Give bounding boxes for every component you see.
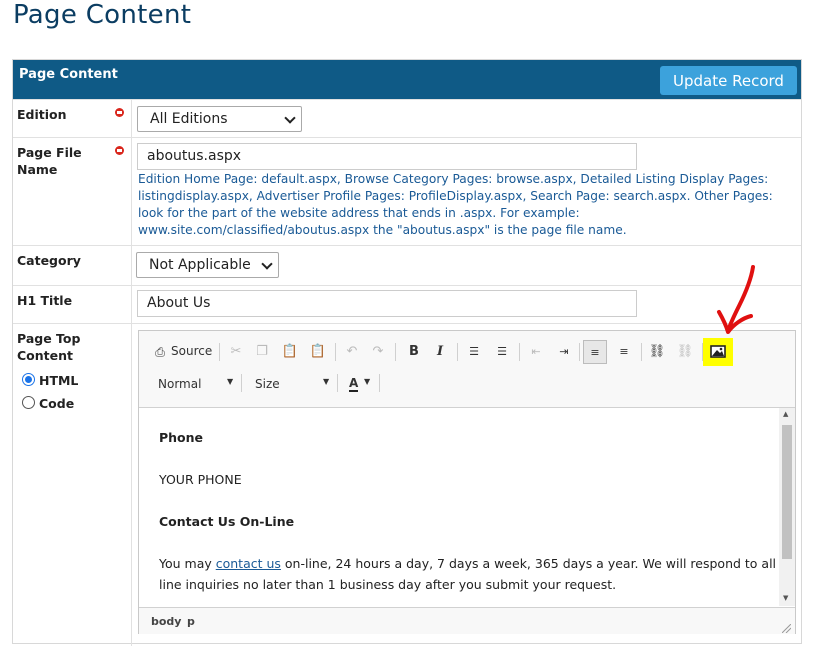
radio-html[interactable]: HTML — [22, 373, 78, 388]
update-record-button[interactable]: Update Record — [660, 66, 797, 95]
toolbar-separator — [457, 343, 458, 361]
page-top-content-row: Page Top Content HTML Code ⎙ Source ✂ ❐ … — [13, 323, 801, 646]
toolbar-separator — [337, 374, 338, 392]
content-paragraph: You may contact us on-line, 24 hours a d… — [159, 556, 779, 571]
category-selected-value: Not Applicable — [149, 257, 251, 273]
cut-icon[interactable]: ✂ — [227, 343, 245, 361]
paste-icon[interactable]: 📋 — [281, 343, 299, 361]
chevron-down-icon — [284, 112, 296, 124]
undo-icon[interactable]: ↶ — [343, 343, 361, 361]
toolbar-separator — [241, 374, 242, 392]
redo-icon[interactable]: ↷ — [369, 343, 387, 361]
unlink-icon[interactable]: ⛓ — [676, 343, 694, 361]
page-file-row: Page File Name aboutus.aspx Edition Home… — [13, 137, 801, 246]
category-label: Category — [17, 253, 81, 268]
editor-content[interactable]: Phone YOUR PHONE Contact Us On-Line You … — [139, 408, 779, 606]
bulleted-list-icon[interactable]: ☰ — [493, 343, 511, 361]
scroll-down-icon[interactable]: ▼ — [783, 594, 788, 602]
chevron-down-icon — [261, 258, 273, 270]
align-center-icon[interactable]: ≡ — [615, 343, 633, 361]
content-phone: YOUR PHONE — [159, 472, 242, 487]
toolbar-separator — [641, 343, 642, 361]
page-title: Page Content — [13, 0, 192, 30]
align-left-icon[interactable]: ≡ — [583, 340, 607, 364]
paste-text-icon[interactable]: 📋 — [309, 343, 327, 361]
h1-title-input[interactable]: About Us — [137, 290, 637, 317]
toolbar-separator — [519, 343, 520, 361]
category-select[interactable]: Not Applicable — [136, 252, 279, 278]
annotation-arrow-icon — [717, 265, 755, 334]
scroll-up-icon[interactable]: ▲ — [783, 410, 788, 418]
edition-row: Edition All Editions — [13, 99, 801, 138]
toolbar-separator — [335, 343, 336, 361]
edition-label: Edition — [17, 107, 67, 122]
image-icon[interactable] — [703, 338, 733, 366]
content-heading-contact: Contact Us On-Line — [159, 514, 295, 529]
category-row: Category Not Applicable — [13, 245, 801, 286]
chevron-down-icon[interactable]: ▼ — [227, 377, 233, 386]
copy-icon[interactable]: ❐ — [253, 343, 271, 361]
content-paragraph-line2: line inquiries no later than 1 business … — [159, 577, 617, 592]
h1-title-row: H1 Title About Us — [13, 285, 801, 324]
h1-title-label: H1 Title — [17, 293, 73, 308]
edition-selected-value: All Editions — [150, 111, 228, 127]
page-file-input[interactable]: aboutus.aspx — [137, 143, 637, 170]
form-header-title: Page Content — [19, 67, 118, 82]
bold-icon[interactable]: B — [405, 343, 423, 361]
contact-us-link[interactable]: contact us — [216, 556, 281, 571]
page-top-content-label: Page Top Content — [17, 331, 81, 363]
source-icon[interactable]: ⎙ — [151, 343, 169, 361]
form-header: Page Content Update Record — [13, 60, 801, 99]
page-file-help-text: Edition Home Page: default.aspx, Browse … — [138, 172, 773, 237]
path-p[interactable]: p — [187, 615, 195, 628]
outdent-icon[interactable]: ⇤ — [527, 343, 545, 361]
editor-statusbar: body p — [139, 607, 795, 634]
page-content-form: Page Content Update Record Edition All E… — [12, 59, 802, 646]
chevron-down-icon[interactable]: ▼ — [364, 377, 370, 386]
rich-text-editor: ⎙ Source ✂ ❐ 📋 📋 ↶ ↷ B I ☰ ☰ ⇤ ⇥ ≡ ≡ ⛓ ⛓… — [138, 330, 796, 634]
toolbar-separator — [579, 343, 580, 361]
radio-html-button[interactable] — [22, 373, 35, 386]
content-heading-phone: Phone — [159, 430, 204, 445]
required-icon — [115, 108, 124, 117]
editor-scrollbar[interactable]: ▲ ▼ — [779, 408, 795, 606]
toolbar-separator — [219, 343, 220, 361]
edition-select[interactable]: All Editions — [137, 106, 302, 132]
radio-code[interactable]: Code — [22, 396, 74, 411]
toolbar-separator — [379, 374, 380, 392]
required-icon — [115, 146, 124, 155]
size-select[interactable]: Size — [255, 377, 280, 391]
link-icon[interactable]: ⛓ — [648, 343, 666, 361]
font-color-button[interactable]: A — [349, 376, 359, 392]
resize-handle-icon[interactable] — [781, 618, 792, 634]
source-button[interactable]: Source — [171, 344, 212, 358]
format-select[interactable]: Normal — [158, 377, 201, 391]
toolbar-separator — [395, 343, 396, 361]
indent-icon[interactable]: ⇥ — [555, 343, 573, 361]
italic-icon[interactable]: I — [431, 343, 449, 361]
radio-code-button[interactable] — [22, 396, 35, 409]
numbered-list-icon[interactable]: ☰ — [465, 343, 483, 361]
scrollbar-thumb[interactable] — [782, 425, 792, 559]
path-body[interactable]: body — [151, 615, 181, 628]
page-file-label: Page File Name — [17, 145, 82, 177]
editor-toolbar: ⎙ Source ✂ ❐ 📋 📋 ↶ ↷ B I ☰ ☰ ⇤ ⇥ ≡ ≡ ⛓ ⛓… — [139, 331, 795, 408]
chevron-down-icon[interactable]: ▼ — [323, 377, 329, 386]
